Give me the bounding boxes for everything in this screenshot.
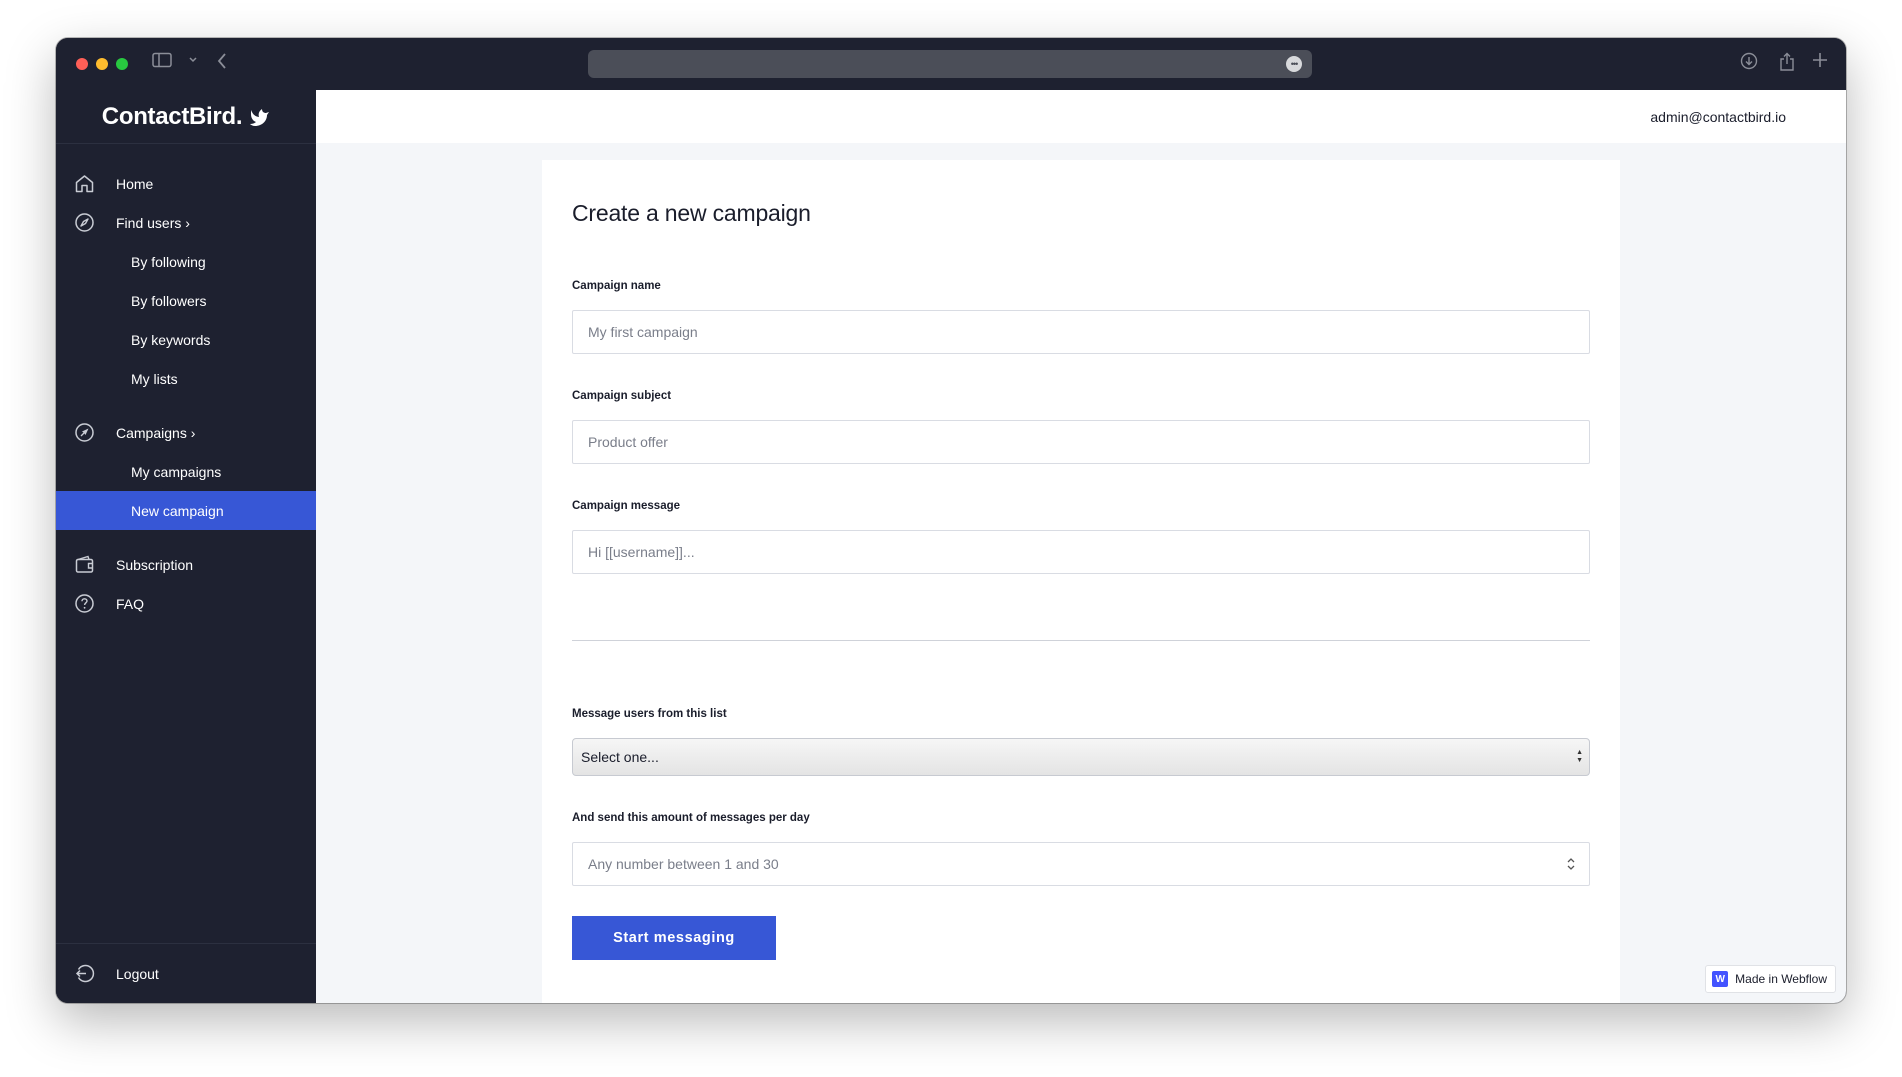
sidebar-item-home[interactable]: Home <box>56 164 316 203</box>
sidebar-item-find-users[interactable]: Find users › <box>56 203 316 242</box>
compass-icon <box>74 212 95 233</box>
browser-window: ••• ContactBird. Home Find users › By fo… <box>56 38 1846 1003</box>
brand-logo[interactable]: ContactBird. <box>56 90 316 144</box>
sidebar-item-my-campaigns[interactable]: My campaigns <box>56 452 316 491</box>
sidebar-item-faq[interactable]: FAQ <box>56 584 316 623</box>
sidebar-item-label: By followers <box>131 292 207 309</box>
user-list-select[interactable]: Select one... ▲ ▼ <box>572 738 1590 776</box>
messages-per-day-label: And send this amount of messages per day <box>572 812 810 824</box>
user-email[interactable]: admin@contactbird.io <box>1650 109 1786 125</box>
sidebar-item-label: Home <box>116 175 154 192</box>
wallet-icon <box>74 554 95 575</box>
user-list-selected-value: Select one... <box>581 749 659 765</box>
main-content: admin@contactbird.io Create a new campai… <box>316 90 1846 1003</box>
back-icon[interactable] <box>216 52 228 70</box>
maximize-window-button[interactable] <box>116 58 128 70</box>
campaign-form-card: Create a new campaign Campaign name Camp… <box>542 160 1620 1003</box>
sidebar-item-label: My lists <box>131 370 178 387</box>
sidebar-toggle-icon[interactable] <box>152 52 172 68</box>
sidebar-item-new-campaign[interactable]: New campaign <box>56 491 316 530</box>
messages-per-day-input[interactable] <box>572 842 1590 886</box>
sidebar-item-label: Find users › <box>116 214 190 231</box>
sidebar-item-by-followers[interactable]: By followers <box>56 281 316 320</box>
close-window-button[interactable] <box>76 58 88 70</box>
share-icon[interactable] <box>1779 52 1795 72</box>
sidebar-item-my-lists[interactable]: My lists <box>56 359 316 398</box>
top-bar: admin@contactbird.io <box>316 90 1846 143</box>
campaign-name-input[interactable] <box>572 310 1590 354</box>
sidebar-item-label: New campaign <box>131 502 224 519</box>
brand-name: ContactBird. <box>101 102 243 130</box>
sidebar-item-label: By following <box>131 253 206 270</box>
rocket-icon <box>74 422 95 443</box>
logout-label: Logout <box>116 965 159 982</box>
sidebar-item-label: Campaigns › <box>116 424 196 441</box>
campaign-subject-input[interactable] <box>572 420 1590 464</box>
sidebar: ContactBird. Home Find users › By follow… <box>56 90 316 1003</box>
chevron-down-icon[interactable] <box>188 56 198 64</box>
sidebar-item-label: By keywords <box>131 331 211 348</box>
sidebar-nav: Home Find users › By following By follow… <box>56 144 316 623</box>
sidebar-item-subscription[interactable]: Subscription <box>56 545 316 584</box>
sidebar-item-by-following[interactable]: By following <box>56 242 316 281</box>
message-list-label: Message users from this list <box>572 708 727 720</box>
number-stepper-icon[interactable] <box>1564 855 1578 873</box>
bird-icon <box>248 106 270 128</box>
logout-button[interactable]: Logout <box>56 943 316 1003</box>
sidebar-item-label: FAQ <box>116 595 145 612</box>
campaign-subject-label: Campaign subject <box>572 390 672 402</box>
messages-per-day-wrapper <box>572 842 1590 886</box>
browser-titlebar: ••• <box>56 38 1846 90</box>
new-tab-icon[interactable] <box>1812 52 1828 68</box>
webflow-badge[interactable]: W Made in Webflow <box>1705 965 1836 993</box>
page-title: Create a new campaign <box>572 200 811 226</box>
sidebar-item-label: Subscription <box>116 556 194 573</box>
more-options-icon[interactable]: ••• <box>1286 56 1302 72</box>
campaign-message-input[interactable] <box>572 530 1590 574</box>
sidebar-item-label: My campaigns <box>131 463 222 480</box>
sidebar-item-by-keywords[interactable]: By keywords <box>56 320 316 359</box>
form-divider <box>572 640 1590 641</box>
address-bar[interactable]: ••• <box>588 50 1312 78</box>
select-arrows-icon: ▲ ▼ <box>1576 749 1583 764</box>
logout-icon <box>74 963 95 984</box>
webflow-logo-icon: W <box>1712 971 1729 987</box>
start-messaging-button[interactable]: Start messaging <box>572 916 776 960</box>
campaign-name-label: Campaign name <box>572 280 661 292</box>
help-circle-icon <box>74 593 95 614</box>
minimize-window-button[interactable] <box>96 58 108 70</box>
home-icon <box>74 173 95 194</box>
sidebar-item-campaigns[interactable]: Campaigns › <box>56 413 316 452</box>
campaign-message-label: Campaign message <box>572 500 681 512</box>
download-icon[interactable] <box>1740 52 1758 70</box>
webflow-badge-text: Made in Webflow <box>1735 972 1827 986</box>
